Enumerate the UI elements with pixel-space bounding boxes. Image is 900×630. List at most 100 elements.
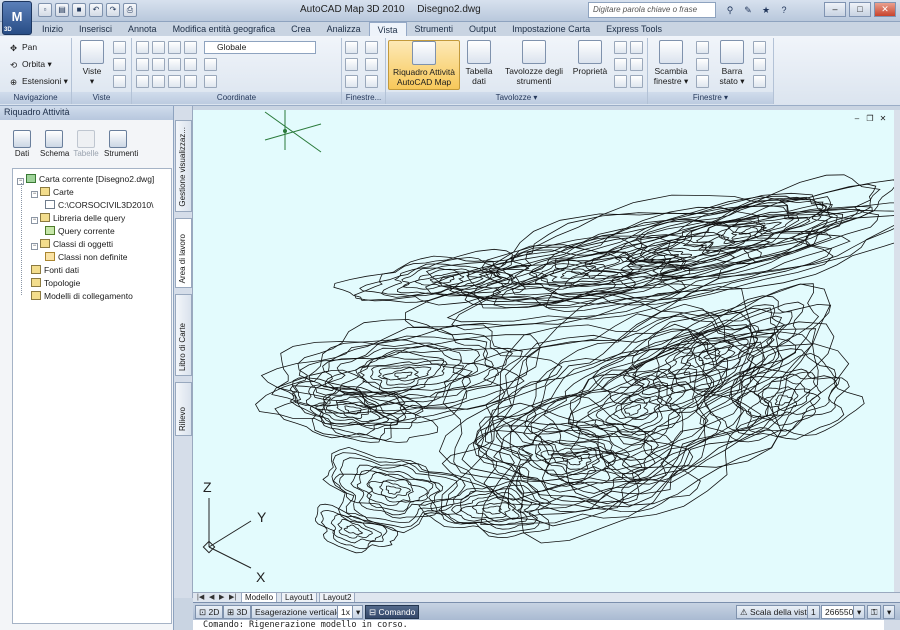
ucs-world-icon[interactable]	[152, 41, 165, 54]
viewport-config-icon[interactable]	[345, 41, 358, 54]
ucs-face-icon[interactable]	[184, 41, 197, 54]
viewport-polygon-icon[interactable]	[365, 75, 378, 88]
tab-9[interactable]: Impostazione Carta	[504, 22, 598, 36]
ucs-3point-icon[interactable]	[168, 58, 181, 71]
viewport-clip-icon[interactable]	[365, 58, 378, 71]
side-tab-1[interactable]: Area di lavoro	[175, 218, 192, 288]
dbconnect-icon[interactable]	[614, 75, 627, 88]
tree-node[interactable]: − Classi di oggetti	[31, 238, 113, 250]
tree-node[interactable]: − Libreria delle query	[31, 212, 125, 224]
ucs-view-icon[interactable]	[184, 58, 197, 71]
tree-node[interactable]: − Carta corrente [Disegno2.dwg]	[17, 173, 154, 185]
print-icon[interactable]: ⎙	[123, 3, 137, 17]
scale-dropdown-icon[interactable]: ▾	[853, 605, 866, 619]
redo-icon[interactable]: ↷	[106, 3, 120, 17]
command-line-scrollbar[interactable]	[884, 620, 900, 630]
ucs-y-icon[interactable]	[152, 75, 165, 88]
ui-lock-icon[interactable]	[753, 58, 766, 71]
tab-5[interactable]: Analizza	[319, 22, 369, 36]
collapse-toggle-icon[interactable]: −	[31, 243, 38, 250]
scale-value[interactable]: 1	[807, 605, 820, 619]
status-menu-icon[interactable]: ▾	[883, 605, 896, 619]
ucs-z-icon[interactable]	[168, 75, 181, 88]
ucs-named-icon[interactable]	[184, 75, 197, 88]
tab-10[interactable]: Express Tools	[598, 22, 670, 36]
side-tab-0[interactable]: Gestione visualizzaz...	[175, 120, 192, 212]
tab-4[interactable]: Crea	[283, 22, 319, 36]
zoom-window-icon[interactable]	[113, 58, 126, 71]
sheet-set-icon[interactable]	[614, 41, 627, 54]
minimize-icon[interactable]: –	[824, 2, 846, 17]
new-icon[interactable]: ▫	[38, 3, 52, 17]
info-palette-icon[interactable]	[630, 75, 643, 88]
task-pane-tool-3[interactable]: Strumenti	[104, 130, 138, 158]
tab-6[interactable]: Vista	[368, 22, 407, 36]
open-icon[interactable]: ▤	[55, 3, 69, 17]
tile-horizontal-icon[interactable]	[696, 41, 709, 54]
properties-button[interactable]: Proprietà	[570, 40, 610, 76]
data-table-button[interactable]: Tabella dati	[463, 40, 495, 86]
side-tab-3[interactable]: Rilievo	[175, 382, 192, 436]
tab-3[interactable]: Modifica entità geografica	[165, 22, 284, 36]
pan-button[interactable]: ✥ Pan	[10, 40, 37, 54]
application-menu-button[interactable]: M 3D	[2, 1, 32, 35]
undo-icon[interactable]: ↶	[89, 3, 103, 17]
side-tab-2[interactable]: Libro di Carte	[175, 294, 192, 376]
maximize-icon[interactable]: □	[849, 2, 871, 17]
tool-palettes-button[interactable]: Tavolozze degli strumenti	[499, 40, 569, 86]
command-button[interactable]: ⊟ Comando	[365, 605, 420, 619]
ucs-x-icon[interactable]	[136, 75, 149, 88]
viewport-restore-icon[interactable]	[345, 75, 358, 88]
tab-2[interactable]: Annota	[120, 22, 165, 36]
tree-node[interactable]: − Carte	[31, 186, 74, 198]
vertical-scrollbar[interactable]	[894, 110, 900, 592]
quickcalc-icon[interactable]	[630, 58, 643, 71]
help-icon[interactable]: ?	[776, 3, 792, 17]
zoom-icon[interactable]	[113, 41, 126, 54]
infocenter-icon[interactable]: ✎	[740, 3, 756, 17]
ucs-zaxis-icon[interactable]	[152, 58, 165, 71]
tab-7[interactable]: Strumenti	[407, 22, 462, 36]
map-explorer-tree[interactable]: − Carta corrente [Disegno2.dwg] − Carte C:\C…	[12, 168, 172, 624]
tree-node[interactable]: Classi non definite	[45, 251, 127, 263]
ucs-origin-icon[interactable]	[136, 58, 149, 71]
screen-icon[interactable]	[753, 41, 766, 54]
star-icon[interactable]: ★	[758, 3, 774, 17]
tree-node[interactable]: Topologie	[31, 277, 80, 289]
markup-icon[interactable]	[630, 41, 643, 54]
switch-windows-button[interactable]: Scambia finestre ▾	[652, 40, 690, 86]
annotation-scale-control[interactable]: ⚠ Scala della vista	[736, 605, 816, 619]
tab-1[interactable]: Inserisci	[71, 22, 120, 36]
ucs-previous-icon[interactable]	[168, 41, 181, 54]
collapse-toggle-icon[interactable]: −	[31, 191, 38, 198]
tile-vertical-icon[interactable]	[696, 58, 709, 71]
exaggeration-dropdown-icon[interactable]: ▾	[352, 605, 363, 619]
prev-layout-icon[interactable]: ◀	[209, 593, 214, 602]
task-pane-title[interactable]: Riquadro Attività	[0, 106, 173, 120]
cascade-icon[interactable]	[696, 75, 709, 88]
tree-node[interactable]: C:\CORSOCIVIL3D2010\	[45, 199, 153, 211]
ucs-object-icon[interactable]	[204, 58, 217, 71]
lock-icon[interactable]: ⚿	[867, 605, 882, 619]
extents-button[interactable]: ⊕ Estensioni ▾	[10, 74, 68, 88]
command-line[interactable]: Comando: Rigenerazione modello in corso.	[193, 620, 900, 630]
tree-node[interactable]: Query corrente	[45, 225, 115, 237]
drawing-viewport[interactable]: – ❐ ✕ Z Y X	[193, 110, 894, 592]
tab-0[interactable]: Inizio	[34, 22, 71, 36]
view-2d-button[interactable]: ⊡ 2D	[195, 605, 224, 619]
task-pane-tool-1[interactable]: Schema	[40, 130, 69, 158]
last-layout-icon[interactable]: ▶|	[229, 593, 236, 602]
view-3d-button[interactable]: ⊞ 3D	[223, 605, 252, 619]
binoculars-icon[interactable]: ⚲	[722, 3, 738, 17]
zoom-previous-icon[interactable]	[113, 75, 126, 88]
ucs-icon[interactable]	[136, 41, 149, 54]
views-button[interactable]: Viste ▾	[78, 40, 106, 86]
save-icon[interactable]: ■	[72, 3, 86, 17]
viewport-named-icon[interactable]	[365, 41, 378, 54]
ucs-settings-icon[interactable]	[204, 75, 217, 88]
next-layout-icon[interactable]: ▶	[219, 593, 224, 602]
search-input[interactable]: Digitare parola chiave o frase	[588, 2, 716, 18]
task-pane-tool-2[interactable]: Tabelle	[72, 130, 100, 158]
design-center-icon[interactable]	[614, 58, 627, 71]
first-layout-icon[interactable]: |◀	[197, 593, 204, 602]
